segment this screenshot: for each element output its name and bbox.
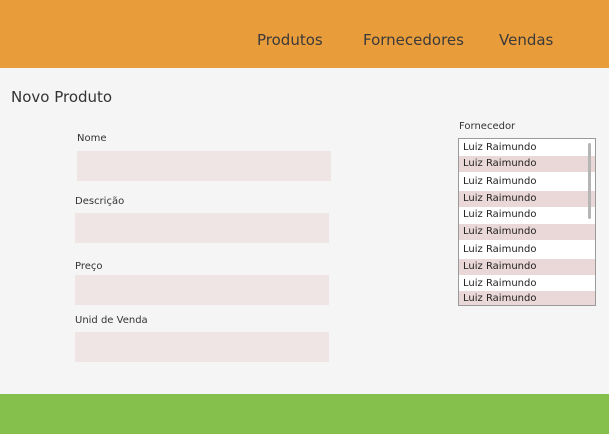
fornecedor-option[interactable]: Luiz Raimundo xyxy=(459,207,595,223)
nome-input[interactable] xyxy=(77,151,331,181)
fornecedor-option[interactable]: Luiz Raimundo xyxy=(459,140,595,156)
unidade-label: Unid de Venda xyxy=(75,315,148,326)
fornecedor-option[interactable]: Luiz Raimundo xyxy=(459,156,595,172)
fornecedor-option[interactable]: Luiz Raimundo xyxy=(459,224,595,240)
descricao-input[interactable] xyxy=(75,213,329,243)
footer-bar xyxy=(0,394,609,434)
page-title: Novo Produto xyxy=(11,88,113,106)
fornecedor-option[interactable]: Luiz Raimundo xyxy=(459,174,595,190)
fornecedor-listbox[interactable]: Luiz Raimundo Luiz Raimundo Luiz Raimund… xyxy=(458,138,596,306)
fornecedor-option[interactable]: Luiz Raimundo xyxy=(459,291,595,305)
fornecedor-option[interactable]: Luiz Raimundo xyxy=(459,191,595,207)
nav-link-vendas[interactable]: Vendas xyxy=(499,31,553,49)
preco-label: Preço xyxy=(75,261,103,272)
unidade-input[interactable] xyxy=(75,332,329,362)
preco-input[interactable] xyxy=(75,275,329,305)
fornecedor-scrollbar[interactable] xyxy=(588,143,591,219)
nav-link-produtos[interactable]: Produtos xyxy=(257,31,323,49)
fornecedor-option[interactable]: Luiz Raimundo xyxy=(459,259,595,275)
nome-label: Nome xyxy=(77,133,107,144)
descricao-label: Descrição xyxy=(75,196,125,207)
fornecedor-label: Fornecedor xyxy=(459,121,516,132)
nav-link-fornecedores[interactable]: Fornecedores xyxy=(363,31,464,49)
fornecedor-option[interactable]: Luiz Raimundo xyxy=(459,242,595,258)
fornecedor-option[interactable]: Luiz Raimundo xyxy=(459,276,595,292)
